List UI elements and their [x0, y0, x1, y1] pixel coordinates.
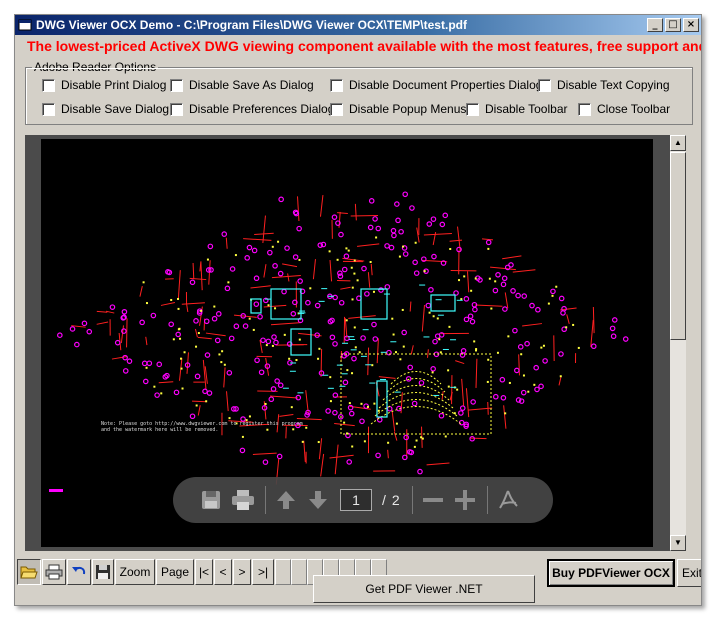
promo-banner: The lowest-priced ActiveX DWG viewing co… — [27, 38, 702, 54]
checkbox[interactable] — [330, 102, 343, 116]
toolbar-separator — [265, 486, 266, 514]
option-disable-preferences-dialog[interactable]: Disable Preferences Dialog — [170, 102, 334, 116]
printer-icon — [45, 564, 63, 580]
option-disable-text-copying[interactable]: Disable Text Copying — [538, 78, 670, 92]
save-button[interactable] — [92, 559, 114, 585]
minimize-button[interactable]: _ — [647, 18, 663, 32]
checkbox[interactable] — [466, 102, 479, 116]
open-file-button[interactable] — [17, 559, 41, 585]
option-disable-popup-menus[interactable]: Disable Popup Menus — [330, 102, 466, 116]
zoom-out-icon[interactable] — [421, 488, 445, 512]
group-legend: Adobe Reader Options — [32, 60, 159, 74]
toolbar-separator — [486, 486, 488, 514]
window-title: DWG Viewer OCX Demo - C:\Program Files\D… — [36, 18, 467, 32]
zoom-in-icon[interactable] — [453, 488, 477, 512]
option-label: Disable Save Dialog — [61, 102, 170, 116]
first-page-button[interactable]: |< — [195, 559, 213, 585]
buy-pdfviewer-button[interactable]: Buy PDFViewer OCX — [547, 559, 675, 587]
total-pages: 2 — [391, 492, 400, 508]
adobe-reader-options-group: Adobe Reader Options Disable Print Dialo… — [25, 60, 693, 125]
option-label: Disable Document Properties Dialog — [349, 78, 543, 92]
get-pdf-viewer-button[interactable]: Get PDF Viewer .NET — [313, 575, 535, 603]
toolbar-slot — [291, 559, 307, 585]
option-disable-print-dialog[interactable]: Disable Print Dialog — [42, 78, 166, 92]
close-button[interactable]: × — [683, 18, 699, 32]
scroll-up-icon[interactable]: ▲ — [670, 135, 686, 151]
option-label: Disable Popup Menus — [349, 102, 467, 116]
acrobat-icon[interactable] — [496, 488, 520, 512]
next-page-button[interactable]: > — [233, 559, 251, 585]
page-number-input[interactable]: 1 — [340, 489, 372, 511]
floppy-icon — [96, 565, 110, 579]
vertical-scrollbar[interactable]: ▲ ▼ — [670, 135, 686, 551]
option-label: Disable Save As Dialog — [189, 78, 314, 92]
previous-page-icon[interactable] — [274, 488, 298, 512]
save-icon[interactable] — [199, 488, 223, 512]
option-close-toolbar[interactable]: Close Toolbar — [578, 102, 670, 116]
app-window: DWG Viewer OCX Demo - C:\Program Files\D… — [14, 14, 702, 606]
option-disable-save-as-dialog[interactable]: Disable Save As Dialog — [170, 78, 314, 92]
checkbox[interactable] — [330, 78, 343, 92]
zoom-button[interactable]: Zoom — [115, 559, 155, 585]
option-disable-save-dialog[interactable]: Disable Save Dialog — [42, 102, 169, 116]
toolbar-slot — [275, 559, 291, 585]
checkbox[interactable] — [578, 102, 591, 116]
checkbox[interactable] — [538, 78, 551, 92]
checkbox[interactable] — [170, 78, 183, 92]
watermark-note: Note: Please goto http://www.dwgviewer.c… — [101, 421, 303, 433]
floating-reader-toolbar: 1 / 2 — [173, 477, 553, 523]
app-icon[interactable] — [18, 18, 32, 32]
page-separator: / — [382, 492, 386, 508]
option-label: Disable Print Dialog — [61, 78, 167, 92]
option-label: Disable Text Copying — [557, 78, 670, 92]
exit-button[interactable]: Exit — [677, 559, 701, 587]
print-button[interactable] — [42, 559, 66, 585]
checkbox[interactable] — [42, 78, 55, 92]
print-icon[interactable] — [231, 488, 255, 512]
next-page-icon[interactable] — [306, 488, 330, 512]
open-folder-icon — [20, 566, 38, 579]
checkbox[interactable] — [170, 102, 183, 116]
scroll-thumb[interactable] — [670, 152, 686, 340]
option-label: Close Toolbar — [597, 102, 671, 116]
last-page-button[interactable]: >| — [252, 559, 274, 585]
bottom-toolbar: Zoom Page |< < > >| Get PDF Viewer .NET … — [15, 557, 701, 605]
option-label: Disable Toolbar — [485, 102, 568, 116]
toolbar-separator — [411, 486, 413, 514]
option-label: Disable Preferences Dialog — [189, 102, 335, 116]
scroll-down-icon[interactable]: ▼ — [670, 535, 686, 551]
title-bar[interactable]: DWG Viewer OCX Demo - C:\Program Files\D… — [15, 15, 701, 35]
prev-page-button[interactable]: < — [214, 559, 232, 585]
option-disable-document-properties-dialog[interactable]: Disable Document Properties Dialog — [330, 78, 542, 92]
pdf-viewer[interactable]: Note: Please goto http://www.dwgviewer.c… — [25, 135, 685, 551]
option-disable-toolbar[interactable]: Disable Toolbar — [466, 102, 568, 116]
checkbox[interactable] — [42, 102, 55, 116]
page-button[interactable]: Page — [156, 559, 194, 585]
undo-button[interactable] — [67, 559, 91, 585]
document-page[interactable]: Note: Please goto http://www.dwgviewer.c… — [41, 139, 653, 547]
undo-icon — [72, 566, 86, 575]
maximize-button[interactable]: □ — [665, 18, 681, 32]
